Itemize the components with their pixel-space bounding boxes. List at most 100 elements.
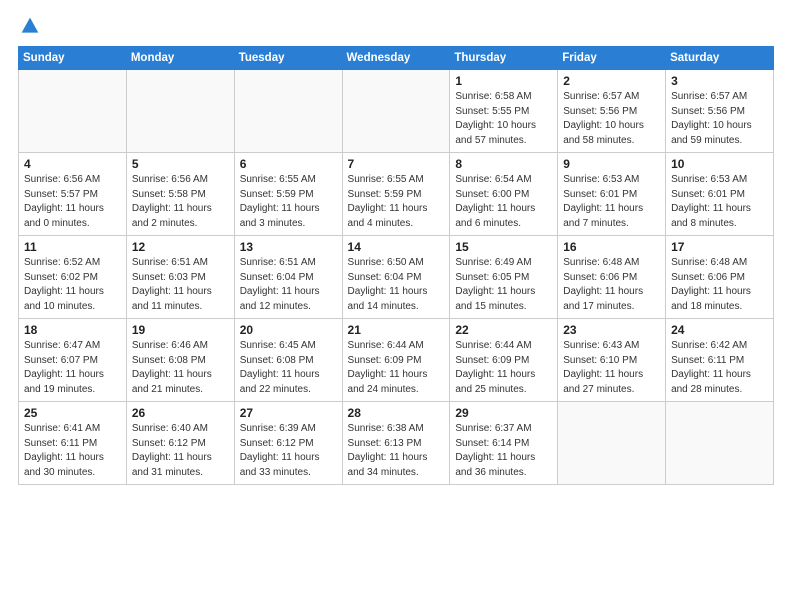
day-info: Sunrise: 6:58 AM Sunset: 5:55 PM Dayligh… <box>455 90 552 148</box>
day-info: Sunrise: 6:55 AM Sunset: 5:59 PM Dayligh… <box>348 173 445 231</box>
day-number: 18 <box>24 323 121 337</box>
calendar-cell: 15 Sunrise: 6:49 AM Sunset: 6:05 PM Dayli… <box>450 236 558 319</box>
calendar-cell <box>234 70 342 153</box>
page: SundayMondayTuesdayWednesdayThursdayFrid… <box>0 0 792 612</box>
day-number: 17 <box>671 240 768 254</box>
day-number: 2 <box>563 74 660 88</box>
day-info: Sunrise: 6:50 AM Sunset: 6:04 PM Dayligh… <box>348 256 445 314</box>
day-number: 24 <box>671 323 768 337</box>
calendar-week-4: 25 Sunrise: 6:41 AM Sunset: 6:11 PM Dayli… <box>19 402 774 485</box>
day-info: Sunrise: 6:46 AM Sunset: 6:08 PM Dayligh… <box>132 339 229 397</box>
day-number: 16 <box>563 240 660 254</box>
weekday-header-thursday: Thursday <box>450 47 558 70</box>
day-number: 6 <box>240 157 337 171</box>
calendar-cell: 4 Sunrise: 6:56 AM Sunset: 5:57 PM Daylig… <box>19 153 127 236</box>
day-number: 21 <box>348 323 445 337</box>
day-number: 12 <box>132 240 229 254</box>
day-number: 27 <box>240 406 337 420</box>
weekday-header-friday: Friday <box>558 47 666 70</box>
day-info: Sunrise: 6:48 AM Sunset: 6:06 PM Dayligh… <box>671 256 768 314</box>
day-info: Sunrise: 6:44 AM Sunset: 6:09 PM Dayligh… <box>455 339 552 397</box>
calendar-week-1: 4 Sunrise: 6:56 AM Sunset: 5:57 PM Daylig… <box>19 153 774 236</box>
calendar-cell: 28 Sunrise: 6:38 AM Sunset: 6:13 PM Dayli… <box>342 402 450 485</box>
calendar-cell <box>558 402 666 485</box>
calendar-cell: 13Sunrise: 6:51 AM Sunset: 6:04 PM Dayli… <box>234 236 342 319</box>
calendar-cell: 1 Sunrise: 6:58 AM Sunset: 5:55 PM Daylig… <box>450 70 558 153</box>
day-info: Sunrise: 6:53 AM Sunset: 6:01 PM Dayligh… <box>563 173 660 231</box>
day-number: 22 <box>455 323 552 337</box>
day-info: Sunrise: 6:39 AM Sunset: 6:12 PM Dayligh… <box>240 422 337 480</box>
day-number: 28 <box>348 406 445 420</box>
calendar-cell: 23 Sunrise: 6:43 AM Sunset: 6:10 PM Dayli… <box>558 319 666 402</box>
calendar-cell: 12 Sunrise: 6:51 AM Sunset: 6:03 PM Dayli… <box>126 236 234 319</box>
calendar-cell: 24 Sunrise: 6:42 AM Sunset: 6:11 PM Dayli… <box>666 319 774 402</box>
weekday-header-row: SundayMondayTuesdayWednesdayThursdayFrid… <box>19 47 774 70</box>
day-number: 11 <box>24 240 121 254</box>
day-info: Sunrise: 6:53 AM Sunset: 6:01 PM Dayligh… <box>671 173 768 231</box>
day-info: Sunrise: 6:42 AM Sunset: 6:11 PM Dayligh… <box>671 339 768 397</box>
day-number: 20 <box>240 323 337 337</box>
day-info: Sunrise: 6:56 AM Sunset: 5:57 PM Dayligh… <box>24 173 121 231</box>
day-info: Sunrise: 6:51 AM Sunset: 6:03 PM Dayligh… <box>132 256 229 314</box>
calendar-cell: 14 Sunrise: 6:50 AM Sunset: 6:04 PM Dayli… <box>342 236 450 319</box>
day-number: 14 <box>348 240 445 254</box>
calendar-cell: 16Sunrise: 6:48 AM Sunset: 6:06 PM Dayli… <box>558 236 666 319</box>
day-info: Sunrise: 6:41 AM Sunset: 6:11 PM Dayligh… <box>24 422 121 480</box>
day-number: 19 <box>132 323 229 337</box>
day-info: Sunrise: 6:44 AM Sunset: 6:09 PM Dayligh… <box>348 339 445 397</box>
day-info: Sunrise: 6:38 AM Sunset: 6:13 PM Dayligh… <box>348 422 445 480</box>
day-number: 23 <box>563 323 660 337</box>
day-info: Sunrise: 6:45 AM Sunset: 6:08 PM Dayligh… <box>240 339 337 397</box>
day-info: Sunrise: 6:49 AM Sunset: 6:05 PM Dayligh… <box>455 256 552 314</box>
calendar-cell: 5 Sunrise: 6:56 AM Sunset: 5:58 PM Daylig… <box>126 153 234 236</box>
calendar-cell <box>126 70 234 153</box>
day-number: 5 <box>132 157 229 171</box>
day-info: Sunrise: 6:40 AM Sunset: 6:12 PM Dayligh… <box>132 422 229 480</box>
day-number: 7 <box>348 157 445 171</box>
calendar-week-2: 11 Sunrise: 6:52 AM Sunset: 6:02 PM Dayli… <box>19 236 774 319</box>
calendar-cell: 20 Sunrise: 6:45 AM Sunset: 6:08 PM Dayli… <box>234 319 342 402</box>
day-number: 29 <box>455 406 552 420</box>
day-number: 10 <box>671 157 768 171</box>
calendar-cell <box>19 70 127 153</box>
calendar-cell: 10 Sunrise: 6:53 AM Sunset: 6:01 PM Dayli… <box>666 153 774 236</box>
calendar-cell: 21 Sunrise: 6:44 AM Sunset: 6:09 PM Dayli… <box>342 319 450 402</box>
day-number: 3 <box>671 74 768 88</box>
calendar-cell: 22 Sunrise: 6:44 AM Sunset: 6:09 PM Dayli… <box>450 319 558 402</box>
day-info: Sunrise: 6:54 AM Sunset: 6:00 PM Dayligh… <box>455 173 552 231</box>
day-info: Sunrise: 6:52 AM Sunset: 6:02 PM Dayligh… <box>24 256 121 314</box>
calendar-cell: 3 Sunrise: 6:57 AM Sunset: 5:56 PM Daylig… <box>666 70 774 153</box>
calendar-cell: 2 Sunrise: 6:57 AM Sunset: 5:56 PM Daylig… <box>558 70 666 153</box>
calendar-week-0: 1 Sunrise: 6:58 AM Sunset: 5:55 PM Daylig… <box>19 70 774 153</box>
calendar-cell: 18 Sunrise: 6:47 AM Sunset: 6:07 PM Dayli… <box>19 319 127 402</box>
calendar-cell <box>666 402 774 485</box>
day-info: Sunrise: 6:51 AM Sunset: 6:04 PM Dayligh… <box>240 256 337 314</box>
day-number: 1 <box>455 74 552 88</box>
calendar-cell <box>342 70 450 153</box>
day-info: Sunrise: 6:43 AM Sunset: 6:10 PM Dayligh… <box>563 339 660 397</box>
day-number: 25 <box>24 406 121 420</box>
calendar-cell: 8 Sunrise: 6:54 AM Sunset: 6:00 PM Daylig… <box>450 153 558 236</box>
weekday-header-monday: Monday <box>126 47 234 70</box>
calendar-week-3: 18 Sunrise: 6:47 AM Sunset: 6:07 PM Dayli… <box>19 319 774 402</box>
calendar-cell: 11 Sunrise: 6:52 AM Sunset: 6:02 PM Dayli… <box>19 236 127 319</box>
calendar-table: SundayMondayTuesdayWednesdayThursdayFrid… <box>18 46 774 485</box>
logo-icon <box>20 16 40 36</box>
day-info: Sunrise: 6:57 AM Sunset: 5:56 PM Dayligh… <box>671 90 768 148</box>
day-number: 4 <box>24 157 121 171</box>
day-info: Sunrise: 6:55 AM Sunset: 5:59 PM Dayligh… <box>240 173 337 231</box>
calendar-cell: 26 Sunrise: 6:40 AM Sunset: 6:12 PM Dayli… <box>126 402 234 485</box>
weekday-header-wednesday: Wednesday <box>342 47 450 70</box>
day-number: 8 <box>455 157 552 171</box>
calendar-cell: 6 Sunrise: 6:55 AM Sunset: 5:59 PM Daylig… <box>234 153 342 236</box>
day-info: Sunrise: 6:47 AM Sunset: 6:07 PM Dayligh… <box>24 339 121 397</box>
weekday-header-sunday: Sunday <box>19 47 127 70</box>
calendar-cell: 17 Sunrise: 6:48 AM Sunset: 6:06 PM Dayli… <box>666 236 774 319</box>
weekday-header-saturday: Saturday <box>666 47 774 70</box>
weekday-header-tuesday: Tuesday <box>234 47 342 70</box>
day-number: 15 <box>455 240 552 254</box>
day-info: Sunrise: 6:57 AM Sunset: 5:56 PM Dayligh… <box>563 90 660 148</box>
calendar-cell: 9Sunrise: 6:53 AM Sunset: 6:01 PM Daylig… <box>558 153 666 236</box>
day-info: Sunrise: 6:56 AM Sunset: 5:58 PM Dayligh… <box>132 173 229 231</box>
day-number: 26 <box>132 406 229 420</box>
